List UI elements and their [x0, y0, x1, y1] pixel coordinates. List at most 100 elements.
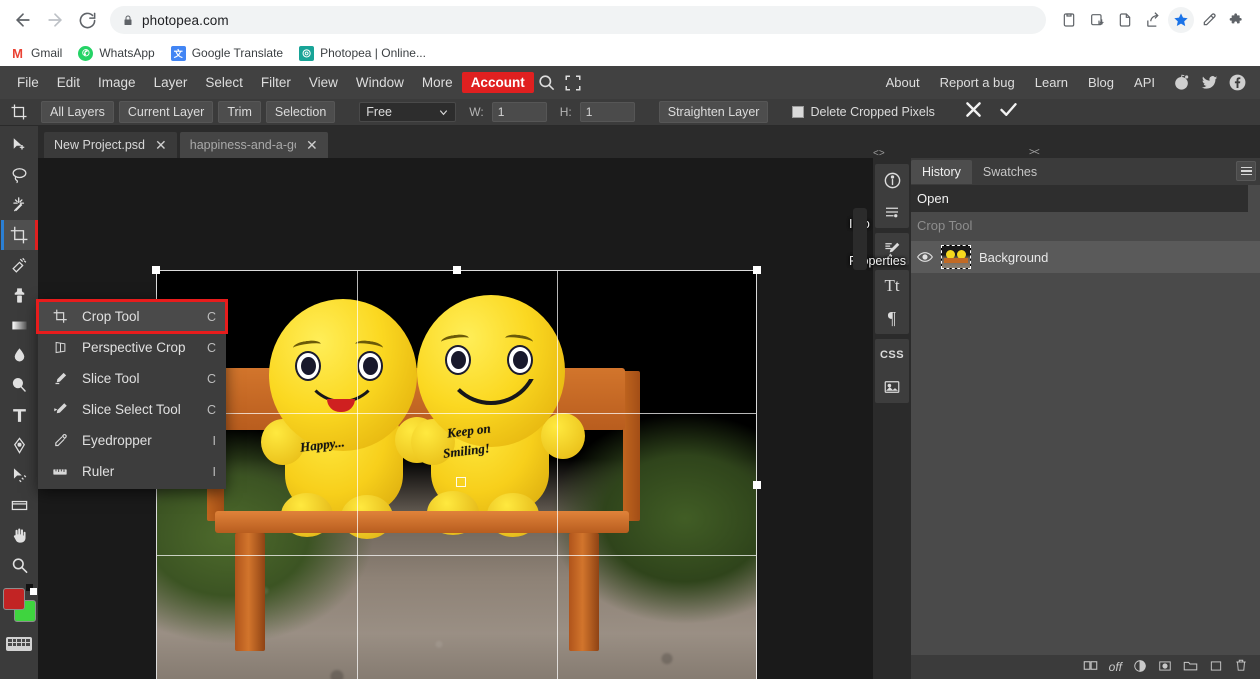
history-entry-open[interactable]: Open: [911, 185, 1248, 212]
menu-edit[interactable]: Edit: [48, 71, 89, 94]
shape-rect-icon[interactable]: [2, 490, 36, 520]
fullscreen-icon[interactable]: [560, 70, 586, 96]
bookmark-whatsapp[interactable]: ✆ WhatsApp: [78, 45, 155, 61]
menu-image[interactable]: Image: [89, 71, 145, 94]
foreground-color-swatch[interactable]: [3, 588, 25, 610]
brush-settings-icon[interactable]: [875, 233, 909, 265]
pen-tool-icon[interactable]: [2, 430, 36, 460]
move-tool-icon[interactable]: [2, 130, 36, 160]
collapse-right-icon[interactable]: ><: [1029, 147, 1040, 158]
gradient-tool-icon[interactable]: [2, 310, 36, 340]
menu-item-ruler[interactable]: Ruler I: [38, 456, 226, 487]
link-about[interactable]: About: [877, 71, 929, 94]
height-input[interactable]: 1: [579, 102, 635, 122]
straighten-layer-button[interactable]: Straighten Layer: [658, 101, 769, 123]
twitter-icon[interactable]: [1198, 72, 1220, 94]
download-icon[interactable]: [1084, 7, 1110, 33]
dodge-tool-icon[interactable]: [2, 370, 36, 400]
properties-icon[interactable]: [875, 196, 909, 228]
mask-icon[interactable]: [1158, 659, 1172, 676]
blur-drop-icon[interactable]: [2, 340, 36, 370]
address-bar[interactable]: photopea.com: [110, 6, 1046, 34]
zoom-tool-icon[interactable]: [2, 550, 36, 580]
crop-tool-icon[interactable]: [6, 101, 32, 123]
menu-select[interactable]: Select: [196, 71, 252, 94]
eye-icon[interactable]: [917, 251, 933, 263]
collapse-left-icon[interactable]: <>: [873, 148, 885, 159]
layers-list[interactable]: Background: [911, 241, 1260, 655]
clone-stamp-icon[interactable]: [2, 280, 36, 310]
cancel-x-icon[interactable]: [959, 99, 989, 125]
menu-item-slice-tool[interactable]: Slice Tool C: [38, 363, 226, 394]
new-layer-icon[interactable]: [1209, 659, 1223, 676]
document-tab-new-project[interactable]: New Project.psd ✕: [44, 132, 177, 158]
default-colors-icon[interactable]: [26, 584, 37, 595]
menu-more[interactable]: More: [413, 71, 462, 94]
share-icon[interactable]: [1140, 7, 1166, 33]
adjustment-icon[interactable]: [1133, 659, 1147, 676]
crop-ratio-select[interactable]: Free: [359, 102, 457, 122]
search-icon[interactable]: [534, 70, 560, 96]
clipboard-icon[interactable]: [1056, 7, 1082, 33]
menu-item-slice-select-tool[interactable]: Slice Select Tool C: [38, 394, 226, 425]
account-button[interactable]: Account: [461, 72, 534, 93]
trim-button[interactable]: Trim: [218, 101, 261, 123]
confirm-check-icon[interactable]: [994, 99, 1024, 125]
type-tool-icon[interactable]: [2, 400, 36, 430]
crop-tool-icon[interactable]: [1, 220, 38, 250]
menu-filter[interactable]: Filter: [252, 71, 300, 94]
menu-layer[interactable]: Layer: [145, 71, 197, 94]
reload-icon[interactable]: [72, 5, 102, 35]
menu-item-crop-tool[interactable]: Crop Tool C: [36, 299, 228, 334]
crop-handle-top-left[interactable]: [152, 266, 160, 274]
patch-tool-icon[interactable]: [2, 250, 36, 280]
crop-handle-top-right[interactable]: [753, 266, 761, 274]
facebook-icon[interactable]: [1226, 72, 1248, 94]
layer-row-background[interactable]: Background: [911, 241, 1260, 273]
path-select-icon[interactable]: [2, 460, 36, 490]
info-icon[interactable]: [875, 164, 909, 196]
delete-cropped-pixels-checkbox[interactable]: Delete Cropped Pixels: [792, 105, 935, 119]
keyboard-shortcuts-icon[interactable]: [6, 637, 32, 651]
link-layers-icon[interactable]: [1083, 659, 1098, 675]
menu-item-eyedropper[interactable]: Eyedropper I: [38, 425, 226, 456]
fx-icon[interactable]: off: [1109, 660, 1122, 674]
tab-swatches[interactable]: Swatches: [972, 160, 1048, 184]
bookmark-photopea[interactable]: ◎ Photopea | Online...: [299, 45, 426, 61]
image-icon[interactable]: [875, 371, 909, 403]
reddit-icon[interactable]: [1170, 72, 1192, 94]
character-icon[interactable]: Tt: [875, 270, 909, 302]
document-tab-happiness[interactable]: happiness-and-a-go ✕: [179, 132, 328, 158]
menu-window[interactable]: Window: [347, 71, 413, 94]
delete-layer-icon[interactable]: [1234, 658, 1248, 676]
lasso-tool-icon[interactable]: [2, 160, 36, 190]
current-layer-button[interactable]: Current Layer: [118, 101, 214, 123]
close-icon[interactable]: ✕: [306, 138, 318, 152]
group-icon[interactable]: [1183, 659, 1198, 675]
panel-menu-icon[interactable]: [1236, 161, 1256, 181]
bookmark-google-translate[interactable]: 文 Google Translate: [170, 45, 283, 61]
back-arrow-icon[interactable]: [8, 5, 38, 35]
menu-view[interactable]: View: [300, 71, 347, 94]
magic-wand-icon[interactable]: [2, 190, 36, 220]
crop-overlay[interactable]: [152, 266, 761, 679]
crop-handle-top-center[interactable]: [453, 266, 461, 274]
tab-history[interactable]: History: [911, 159, 972, 184]
close-icon[interactable]: ✕: [155, 138, 167, 152]
hand-tool-icon[interactable]: [2, 520, 36, 550]
menu-item-perspective-crop[interactable]: Perspective Crop C: [38, 332, 226, 363]
extensions-puzzle-icon[interactable]: [1224, 7, 1250, 33]
width-input[interactable]: 1: [491, 102, 547, 122]
color-swatches[interactable]: [1, 584, 37, 630]
bookmark-star-icon[interactable]: [1168, 7, 1194, 33]
eyedropper-icon[interactable]: [1196, 7, 1222, 33]
selection-button[interactable]: Selection: [265, 101, 336, 123]
menu-file[interactable]: File: [8, 71, 48, 94]
all-layers-button[interactable]: All Layers: [41, 101, 114, 123]
bookmark-gmail[interactable]: M Gmail: [10, 46, 62, 61]
link-report-a-bug[interactable]: Report a bug: [931, 71, 1024, 94]
forward-arrow-icon[interactable]: [40, 5, 70, 35]
history-entry-crop-tool[interactable]: Crop Tool: [911, 212, 1260, 239]
link-blog[interactable]: Blog: [1079, 71, 1123, 94]
link-learn[interactable]: Learn: [1026, 71, 1077, 94]
